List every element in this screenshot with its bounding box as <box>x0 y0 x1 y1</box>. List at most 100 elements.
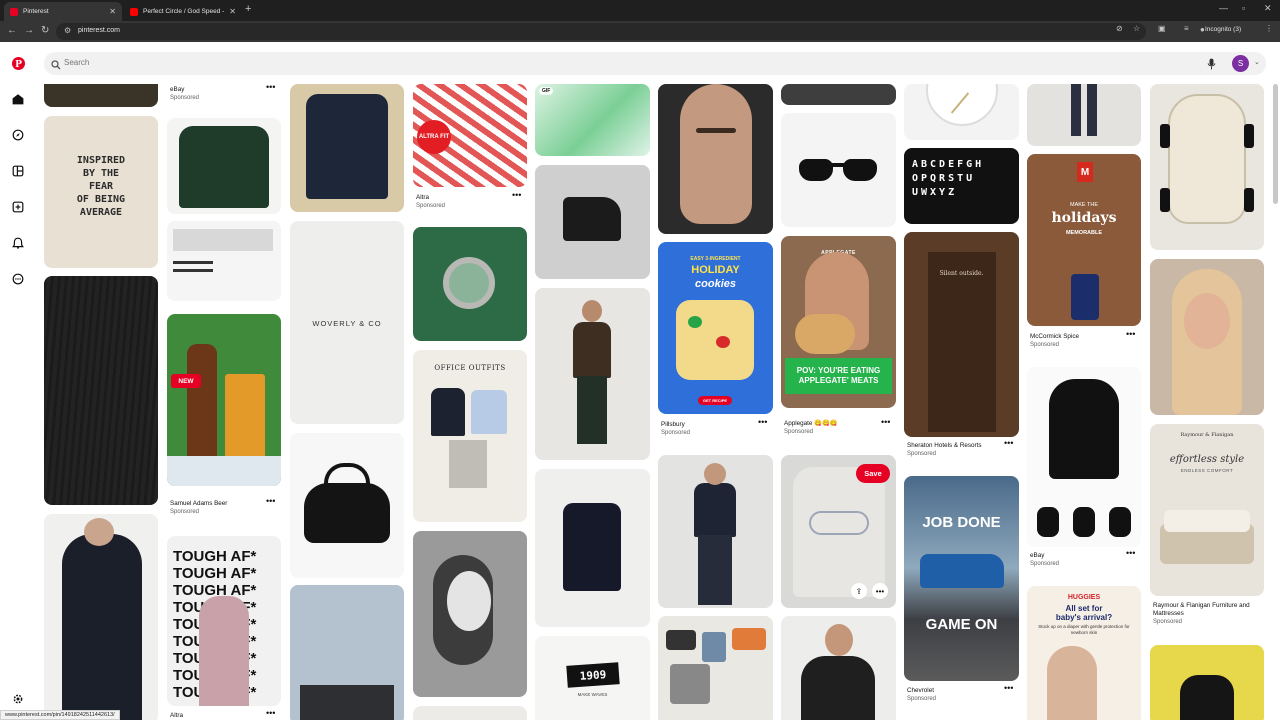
more-options-icon[interactable]: ••• <box>1004 438 1013 448</box>
pin-man-sweater[interactable] <box>44 514 158 720</box>
pin-duffel-bag[interactable] <box>290 433 404 578</box>
pin-sponsored: Sponsored <box>907 451 937 457</box>
pin-cardigan[interactable] <box>167 118 281 214</box>
new-tab-icon[interactable]: + <box>245 3 251 15</box>
pin-image[interactable] <box>413 706 527 720</box>
close-tab-icon[interactable]: ✕ <box>229 7 236 16</box>
pin-title[interactable]: Altra <box>170 712 183 720</box>
pin-office-outfits[interactable]: OFFICE OUTFITS <box>413 350 527 522</box>
pin-yellow-shirt[interactable] <box>1150 645 1264 720</box>
pin-inspired[interactable]: INSPIRED BY THE FEAR OF BEING AVERAGE <box>44 116 158 268</box>
pinterest-logo-icon[interactable]: P <box>11 56 25 70</box>
pin-text: JOB DONE <box>922 514 1001 531</box>
pin-woman-selfie[interactable] <box>1150 259 1264 415</box>
pin-woverly[interactable]: WOVERLY & CO <box>290 221 404 424</box>
more-options-icon[interactable]: ••• <box>266 84 275 92</box>
pin-samuel-adams[interactable]: NEW <box>167 314 281 486</box>
pin-text: baby's arrival? <box>1055 613 1113 622</box>
close-tab-icon[interactable]: ✕ <box>109 7 116 16</box>
minimize-icon[interactable]: — <box>1219 3 1228 13</box>
share-icon[interactable]: ⇪ <box>851 583 867 599</box>
pin-sunglasses[interactable] <box>781 113 896 227</box>
pin-applegate[interactable]: APPLEGATE POV: YOU'RE EATING APPLEGATE' … <box>781 236 896 408</box>
pin-text: GAME ON <box>925 616 998 633</box>
media-control-icon[interactable]: ≡ <box>1184 24 1189 33</box>
pin-title[interactable]: eBay <box>170 86 199 94</box>
chevron-down-icon[interactable]: ⌄ <box>1254 58 1260 66</box>
pin-huggies[interactable]: HUGGIES All set for baby's arrival? Stoc… <box>1027 586 1141 720</box>
pin-raymour-flanigan[interactable]: Raymour & Flanigan effortless style ENDL… <box>1150 424 1264 596</box>
pin-text: FEAR <box>88 181 114 192</box>
search-input[interactable]: Search <box>64 58 89 67</box>
more-options-icon[interactable]: ••• <box>881 417 890 427</box>
site-info-icon[interactable]: ⚙ <box>64 26 71 35</box>
pin-tough-af[interactable]: TOUGH AF* TOUGH AF* TOUGH AF* TOUGH AF* … <box>167 536 281 706</box>
bookmark-star-icon[interactable]: ☆ <box>1133 24 1140 33</box>
tab-pinterest[interactable]: Pinterest ✕ <box>4 2 122 21</box>
search-bar[interactable]: Search <box>44 52 1266 75</box>
pin-title[interactable]: Altra <box>416 194 445 202</box>
pin-rolex[interactable] <box>413 227 527 341</box>
forward-icon[interactable]: → <box>24 25 34 36</box>
pin-title[interactable]: Samuel Adams Beer <box>170 500 227 508</box>
pin-title[interactable]: Applegate 😋😋😋 <box>784 420 838 428</box>
pin-title[interactable]: Chevrolet <box>907 687 936 695</box>
pin-man-jacket[interactable] <box>781 616 896 720</box>
pin-title[interactable]: Sheraton Hotels & Resorts <box>907 442 982 450</box>
pin-bw-portrait[interactable] <box>413 531 527 697</box>
pin-pillsbury[interactable]: EASY 3-INGREDIENT HOLIDAY cookies GET RE… <box>658 242 773 414</box>
save-button[interactable]: Save <box>856 464 890 483</box>
incognito-label[interactable]: Incognito (3) <box>1205 26 1241 33</box>
more-options-icon[interactable]: ••• <box>1004 683 1013 693</box>
pin-navy-cardigan[interactable] <box>290 84 404 212</box>
pin-man-polo[interactable] <box>658 455 773 608</box>
pin-image[interactable] <box>44 84 158 107</box>
microphone-icon[interactable] <box>1207 57 1216 75</box>
pin-sheraton[interactable]: Silent outside. <box>904 232 1019 437</box>
pin-man-brown-sweater[interactable] <box>535 288 650 460</box>
more-options-icon[interactable]: ••• <box>758 417 767 427</box>
pin-flatlay[interactable] <box>658 616 773 720</box>
pin-wood-texture[interactable] <box>44 276 158 505</box>
pin-title[interactable]: Pillsbury <box>661 421 690 429</box>
pin-race-car[interactable] <box>1150 84 1264 250</box>
pin-vest[interactable] <box>535 469 650 627</box>
pin-design-dev[interactable] <box>167 221 281 301</box>
pin-text: Stock up on a diaper with gentle protect… <box>1038 624 1130 635</box>
browser-menu-icon[interactable]: ⋮ <box>1265 24 1273 33</box>
pin-altra-fit[interactable]: ALTRA FIT <box>413 84 527 187</box>
pin-alphabet-font[interactable]: ABCDEFGH OPQRSTU UWXYZ <box>904 148 1019 224</box>
more-options-icon[interactable]: ••• <box>872 583 888 599</box>
back-icon[interactable]: ← <box>7 25 17 36</box>
more-options-icon[interactable]: ••• <box>1126 548 1135 558</box>
pin-image[interactable] <box>781 84 896 105</box>
pin-chair[interactable] <box>535 165 650 279</box>
more-options-icon[interactable]: ••• <box>512 190 521 200</box>
pin-title[interactable]: McCormick Spice <box>1030 333 1079 341</box>
pin-ebay-hoodie[interactable] <box>1027 367 1141 547</box>
pin-title[interactable]: eBay <box>1030 552 1059 560</box>
pin-woman-portrait[interactable] <box>658 84 773 234</box>
pinterest-favicon-icon <box>10 7 18 16</box>
maximize-icon[interactable]: ▫ <box>1242 3 1245 13</box>
pin-mccormick[interactable]: M MAKE THE holidays MEMORABLE <box>1027 154 1141 326</box>
more-options-icon[interactable]: ••• <box>1126 329 1135 339</box>
more-options-icon[interactable]: ••• <box>266 496 275 506</box>
pin-title[interactable]: Raymour & Flanigan Furniture and Mattres… <box>1153 602 1263 618</box>
pin-1909-logo[interactable]: 1909 MAKE WAVES <box>535 636 650 720</box>
reload-icon[interactable]: ↻ <box>41 25 49 36</box>
eye-off-icon[interactable]: ⊘ <box>1116 24 1123 33</box>
pin-meta: Pillsbury Sponsored <box>661 421 690 437</box>
pin-gif-abstract[interactable]: GIF <box>535 84 650 156</box>
scrollbar-thumb[interactable] <box>1273 84 1278 204</box>
more-options-icon[interactable]: ••• <box>266 708 275 718</box>
pin-chevrolet[interactable]: JOB DONE GAME ON <box>904 476 1019 681</box>
extension-icon[interactable]: ▣ <box>1158 24 1166 33</box>
pin-wall-clock[interactable] <box>904 84 1019 140</box>
close-window-icon[interactable]: ✕ <box>1264 3 1272 14</box>
avatar[interactable]: S <box>1232 55 1249 72</box>
tab-youtube[interactable]: Perfect Circle / God Speed - Yo ✕ <box>124 2 242 21</box>
pin-architecture[interactable] <box>290 585 404 720</box>
omnibox[interactable]: ⚙ pinterest.com <box>56 23 1146 40</box>
pin-man-legs[interactable] <box>1027 84 1141 146</box>
